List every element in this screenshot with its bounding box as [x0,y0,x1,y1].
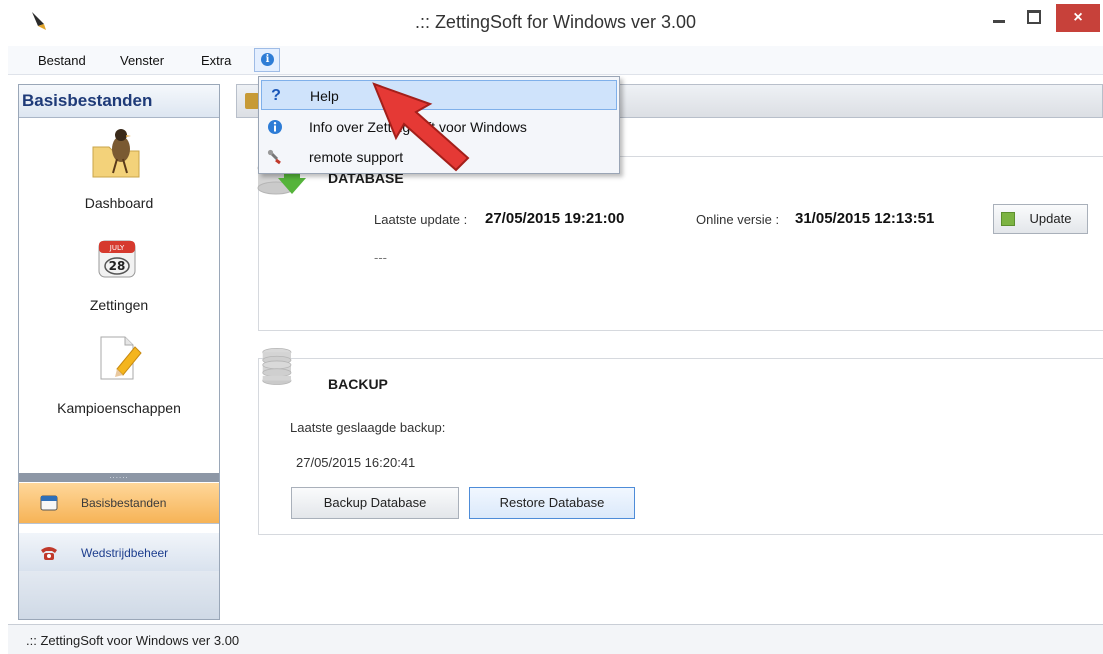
left-panel-header: Basisbestanden [19,85,219,118]
edit-document-icon [100,336,142,380]
calendar-icon: JULY 28 [98,240,136,278]
maximize-button[interactable] [1018,4,1048,32]
title-bar: .:: ZettingSoft for Windows ver 3.00 × [8,0,1103,44]
tile-dashboard[interactable]: Dashboard [19,123,219,223]
left-panel-footer [19,571,219,619]
help-icon: ? [271,87,281,104]
nav-basisbestanden-label: Basisbestanden [81,496,167,510]
telephone-icon [41,547,57,560]
app-window: .:: ZettingSoft for Windows ver 3.00 × B… [8,0,1103,654]
backup-section-title: BACKUP [328,376,388,392]
nav-wedstrijdbeheer-label: Wedstrijdbeheer [81,546,169,560]
last-backup-label: Laatste geslaagde backup: [290,420,446,435]
tile-kampioenschappen[interactable]: Kampioenschappen [19,327,219,427]
panel-splitter[interactable]: ...... [19,472,219,482]
menu-bestand[interactable]: Bestand [38,53,86,68]
restore-database-button[interactable]: Restore Database [469,487,635,519]
last-backup-value: 27/05/2015 16:20:41 [296,455,416,470]
left-panel-title: Basisbestanden [22,91,153,110]
bird-folder-icon [92,129,140,178]
online-version-value: 31/05/2015 12:13:51 [795,210,935,227]
info-icon [268,120,282,134]
nav-wedstrijdbeheer[interactable]: Wedstrijdbeheer [19,533,219,572]
menu-bar: Bestand Venster Extra i [8,46,1103,75]
tile-zettingen[interactable]: JULY 28 Zettingen [19,229,219,319]
update-icon [1001,212,1015,226]
backup-database-button[interactable]: Backup Database [291,487,459,519]
menu-info[interactable]: i [254,48,280,72]
database-stack-icon [262,347,292,385]
info-icon: i [261,53,274,66]
tile-zettingen-label: Zettingen [89,297,149,313]
update-button[interactable]: Update [993,204,1088,234]
status-bar: .:: ZettingSoft voor Windows ver 3.00 [8,624,1103,654]
main-header-icon [245,93,259,109]
close-button[interactable]: × [1056,4,1100,32]
pointer-arrow-icon [372,82,470,172]
status-bar-text: .:: ZettingSoft voor Windows ver 3.00 [26,633,240,648]
wrench-icon [267,149,281,165]
online-version-label: Online versie : [696,212,780,227]
last-update-label: Laatste update : [374,212,468,227]
database-status-text: --- [374,250,387,265]
calendar-day: 28 [109,259,126,273]
menu-extra[interactable]: Extra [201,53,231,68]
calendar-small-icon [40,495,58,511]
calendar-month: JULY [109,244,125,252]
last-update-value: 27/05/2015 19:21:00 [485,210,625,227]
tile-dashboard-label: Dashboard [84,195,154,211]
tile-kampioenschappen-label: Kampioenschappen [57,400,181,416]
nav-basisbestanden[interactable]: Basisbestanden [19,483,219,524]
dropdown-item-help-label: Help [310,88,339,104]
minimize-button[interactable] [985,4,1013,32]
menu-venster[interactable]: Venster [120,53,164,68]
window-title: .:: ZettingSoft for Windows ver 3.00 [414,12,697,32]
update-button-label: Update [1029,211,1072,226]
left-navigation-panel: Basisbestanden Dashboard JULY 28 Zetting… [18,84,220,620]
